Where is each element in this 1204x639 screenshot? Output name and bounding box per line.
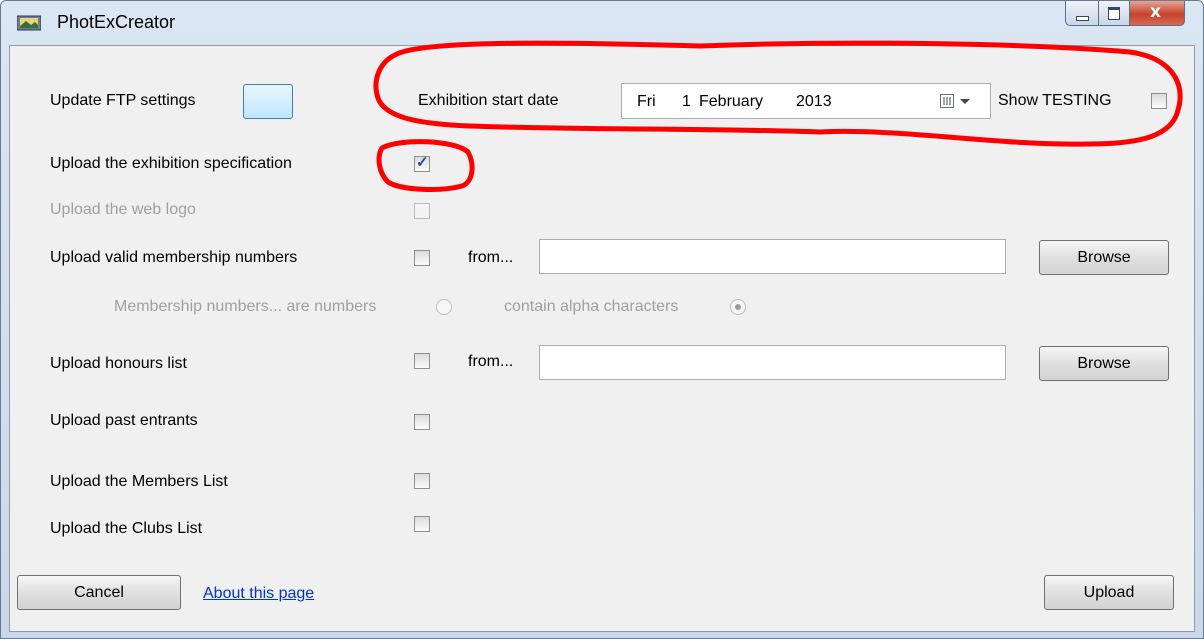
date-weekday[interactable]: Fri	[637, 93, 656, 111]
application-window: PhotExCreator x Update FTP settings Exhi…	[0, 0, 1204, 639]
upload-web-logo-checkbox	[414, 203, 430, 219]
update-ftp-button[interactable]	[243, 84, 293, 119]
honours-from-label: from...	[468, 353, 514, 370]
membership-from-label: from...	[468, 249, 514, 266]
form-area: Update FTP settings Exhibition start dat…	[9, 45, 1195, 632]
upload-members-list-label: Upload the Members List	[50, 473, 228, 490]
upload-past-entrants-checkbox[interactable]	[414, 414, 430, 430]
date-day[interactable]: 1	[682, 93, 691, 111]
exhibition-start-date-label: Exhibition start date	[418, 92, 559, 109]
app-icon	[17, 15, 41, 31]
date-month[interactable]: February	[699, 93, 763, 111]
membership-numbers-radio	[436, 299, 452, 315]
upload-membership-label: Upload valid membership numbers	[50, 249, 298, 266]
honours-browse-button[interactable]: Browse	[1039, 346, 1169, 381]
maximize-icon	[1108, 7, 1120, 20]
membership-alpha-radio	[730, 299, 746, 315]
membership-alpha-label: contain alpha characters	[504, 298, 679, 315]
ftp-settings-label: Update FTP settings	[50, 92, 196, 109]
chevron-down-icon[interactable]	[960, 99, 970, 104]
upload-honours-label: Upload honours list	[50, 355, 187, 372]
date-year[interactable]: 2013	[796, 93, 832, 111]
upload-clubs-list-checkbox[interactable]	[414, 516, 430, 532]
close-icon: x	[1150, 2, 1161, 22]
upload-spec-checkbox[interactable]: ✓	[414, 154, 430, 172]
upload-honours-checkbox[interactable]	[414, 353, 430, 369]
maximize-button[interactable]	[1099, 1, 1130, 26]
upload-button[interactable]: Upload	[1044, 575, 1174, 610]
upload-members-list-checkbox[interactable]	[414, 473, 430, 489]
about-page-link[interactable]: About this page	[203, 585, 314, 603]
upload-web-logo-label: Upload the web logo	[50, 201, 196, 218]
membership-browse-button[interactable]: Browse	[1039, 240, 1169, 275]
upload-clubs-list-label: Upload the Clubs List	[50, 520, 203, 537]
honours-file-input[interactable]	[539, 345, 1006, 380]
cancel-button[interactable]: Cancel	[17, 575, 181, 610]
calendar-icon[interactable]	[940, 94, 954, 108]
upload-spec-label: Upload the exhibition specification	[50, 155, 292, 172]
exhibition-date-picker[interactable]: Fri 1 February 2013	[621, 83, 991, 119]
minimize-button[interactable]	[1065, 1, 1099, 26]
upload-past-entrants-label: Upload past entrants	[50, 412, 198, 429]
membership-file-input[interactable]	[539, 239, 1006, 274]
show-testing-label: Show TESTING	[998, 92, 1112, 109]
close-button[interactable]: x	[1130, 1, 1185, 26]
checkmark-icon: ✓	[416, 154, 429, 171]
minimize-icon	[1076, 16, 1089, 21]
show-testing-checkbox[interactable]	[1151, 93, 1167, 109]
radio-selected-dot	[735, 304, 741, 310]
membership-type-label: Membership numbers... are numbers	[114, 298, 377, 315]
upload-membership-checkbox[interactable]	[414, 250, 430, 266]
window-title: PhotExCreator	[57, 12, 176, 32]
title-bar[interactable]: PhotExCreator x	[1, 1, 1203, 45]
